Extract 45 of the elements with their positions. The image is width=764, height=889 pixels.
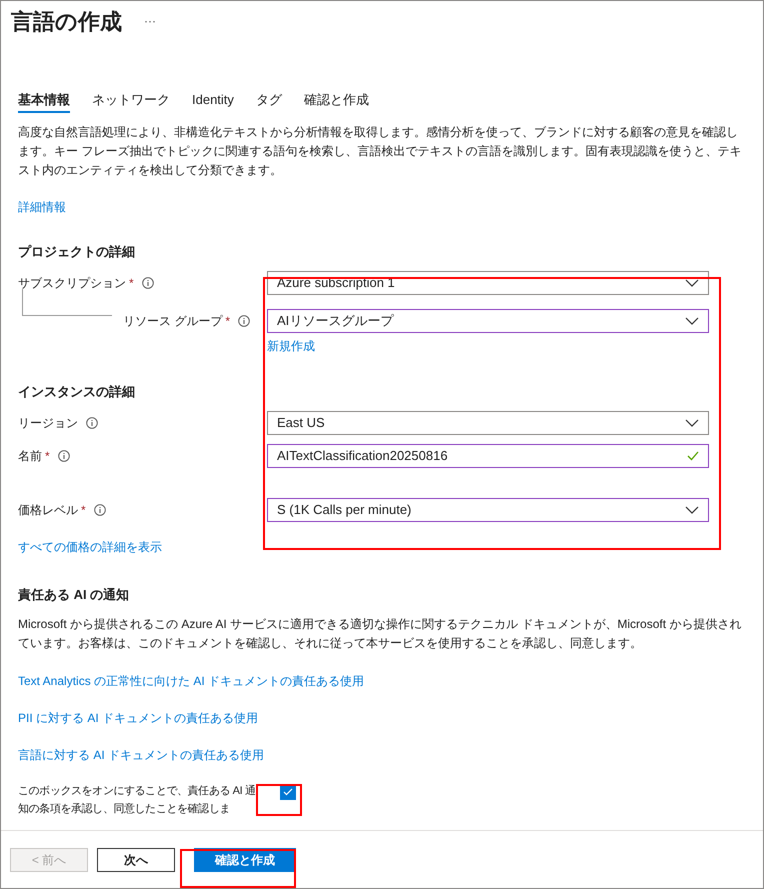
field-label: リソース グループ bbox=[123, 313, 222, 330]
document-link[interactable]: 言語に対する AI ドキュメントの責任ある使用 bbox=[18, 746, 746, 764]
required-asterisk: * bbox=[225, 313, 230, 330]
checkbox-label: このボックスをオンにすることで、責任ある AI 通知の条項を承認し、同意したことを確認しま bbox=[18, 784, 257, 816]
more-button[interactable]: ··· bbox=[144, 12, 156, 30]
dropdown[interactable]: S (1K Calls per minute) bbox=[267, 498, 709, 522]
chevron-down-icon bbox=[685, 279, 699, 287]
section-heading: 責任ある AI の通知 bbox=[18, 586, 130, 604]
required-asterisk: * bbox=[129, 275, 134, 292]
footer-button[interactable]: 次へ bbox=[97, 848, 175, 872]
dropdown[interactable]: East US bbox=[267, 411, 709, 435]
section-heading: インスタンスの詳細 bbox=[18, 383, 136, 401]
info-icon bbox=[238, 315, 250, 327]
text-field[interactable]: AITextClassification20250816 bbox=[267, 444, 709, 468]
tab[interactable]: タグ bbox=[256, 87, 282, 113]
chevron-down-icon bbox=[685, 317, 699, 325]
field-label: リージョン bbox=[18, 415, 78, 432]
document-link[interactable]: Text Analytics の正常性に向けた AI ドキュメントの責任ある使用 bbox=[18, 672, 746, 690]
required-asterisk: * bbox=[45, 448, 50, 465]
tab[interactable]: ネットワーク bbox=[92, 87, 170, 113]
chevron-down-icon bbox=[685, 419, 699, 427]
field-label: 価格レベル bbox=[18, 502, 78, 519]
field-label: 名前 bbox=[18, 448, 42, 465]
info-icon bbox=[94, 504, 106, 516]
chevron-down-icon bbox=[685, 506, 699, 514]
info-icon bbox=[58, 450, 70, 462]
description-text: 高度な自然言語処理により、非構造化テキストから分析情報を取得します。感情分析を使って、ブランドに対する顧客の意見を確認します。キー フレーズ抽出でトピックに関連する語句を検索し、言語検出でテキストの言語を識別します。固有表現認識を使うと、テキスト内のエンティティを検出して分類できます。 bbox=[18, 124, 742, 179]
tab[interactable]: 確認と作成 bbox=[304, 87, 369, 113]
pricing-link[interactable]: すべての価格の詳細を表示 bbox=[18, 538, 162, 556]
field-label: サブスクリプション bbox=[18, 275, 126, 292]
check-icon bbox=[283, 788, 293, 796]
footer-button[interactable]: 確認と作成 bbox=[194, 848, 296, 872]
info-icon bbox=[86, 417, 98, 429]
required-asterisk: * bbox=[81, 502, 86, 519]
page-title: 言語の作成 bbox=[11, 8, 122, 36]
create-new-link[interactable]: 新規作成 bbox=[267, 337, 746, 355]
info-icon bbox=[142, 277, 154, 289]
section-heading: プロジェクトの詳細 bbox=[18, 243, 136, 261]
document-link[interactable]: PII に対する AI ドキュメントの責任ある使用 bbox=[18, 708, 746, 726]
dropdown[interactable]: AIリソースグループ bbox=[267, 309, 709, 333]
highlight-frame bbox=[256, 784, 302, 816]
more-info-link[interactable]: 詳細情報 bbox=[18, 198, 66, 216]
tab[interactable]: Identity bbox=[192, 87, 234, 113]
notice-text: Microsoft から提供されるこの Azure AI サービスに適用できる適切な操作に関するテクニカル ドキュメントが、Microsoft から提供されています。お客様は、このドキュメントを確認し、それに従って本サービスを使用することを承認し、同意します。 bbox=[18, 616, 742, 652]
tab[interactable]: 基本情報 bbox=[18, 87, 70, 113]
